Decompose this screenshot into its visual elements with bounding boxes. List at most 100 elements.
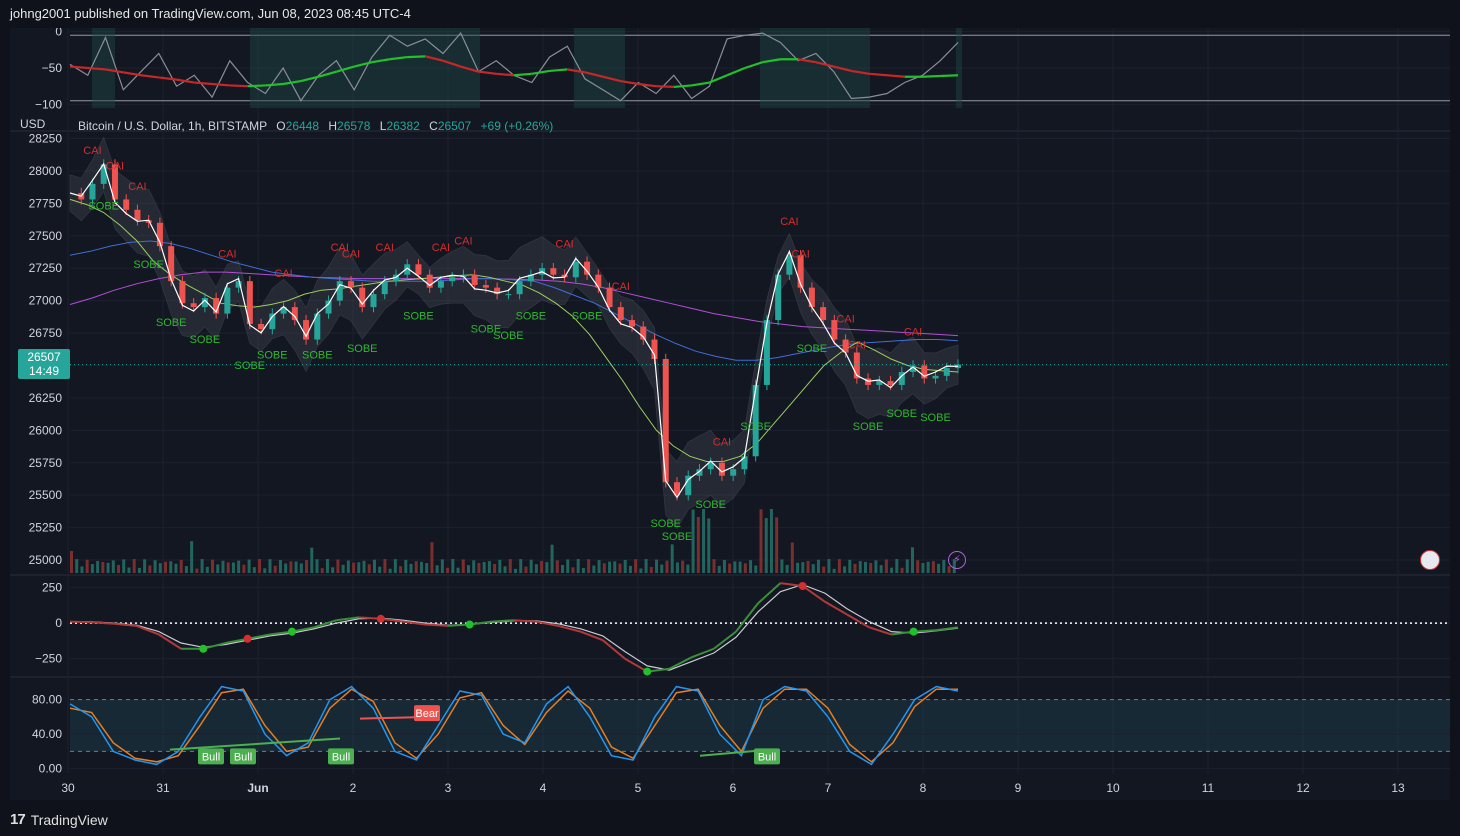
chart-canvas[interactable]: 30 31 Jun 2 3 4 5 6 7 8 9 10 11 12 13 0 −50 −100 28250 2800… (10, 28, 1450, 800)
volume-bar (435, 565, 439, 573)
volume-bar (341, 564, 345, 573)
volume-bar (399, 566, 403, 573)
candle-body (415, 264, 422, 275)
currency-label: USD (20, 117, 46, 131)
sobe-label: SOBE (88, 200, 119, 212)
volume-bar (524, 566, 528, 573)
volume-bar (111, 560, 115, 573)
momentum-cross-dot (909, 627, 918, 636)
lightning-icon[interactable]: ⚡ (948, 551, 966, 569)
volume-bar (608, 561, 612, 573)
momentum-line-segment (425, 623, 448, 627)
volume-bar (759, 509, 763, 573)
osc-slow-line-segment (265, 82, 284, 87)
volume-bar (890, 567, 894, 573)
osc-slow-line-segment (531, 69, 550, 75)
volume-bar (305, 560, 309, 573)
volume-bar (884, 559, 888, 573)
x-tick-label: 2 (350, 781, 357, 795)
candle-body (550, 268, 557, 275)
cai-label: CAI (713, 437, 731, 449)
volume-bar (498, 559, 502, 573)
volume-bar (299, 563, 303, 573)
candle-body (190, 303, 197, 308)
volume-bar (811, 564, 815, 573)
x-tick-label: 12 (1296, 781, 1310, 795)
volume-bar (493, 563, 497, 573)
signal-badge-label: Bear (415, 708, 439, 720)
volume-bar (780, 559, 784, 573)
chart-frame[interactable]: 30 31 Jun 2 3 4 5 6 7 8 9 10 11 12 13 0 −50 −100 28250 2800… (10, 28, 1450, 800)
momentum-cross-dot (243, 634, 252, 643)
volume-bar (451, 559, 455, 573)
cai-label: CAI (218, 249, 236, 261)
osc-zone-shading (250, 28, 480, 108)
volume-bar (843, 566, 847, 573)
volume-bar (712, 559, 716, 573)
price-y-tick: 26000 (29, 423, 63, 437)
candle-body (516, 281, 523, 295)
price-y-tick: 26750 (29, 326, 63, 340)
volume-bar (184, 566, 188, 573)
candle-body (325, 300, 332, 314)
sobe-label: SOBE (156, 317, 187, 329)
osc-slow-line-segment (87, 66, 106, 71)
osc-slow-line-segment (726, 66, 746, 77)
price-y-tick: 25750 (29, 456, 63, 470)
volume-bar (592, 565, 596, 573)
x-tick-label: 4 (540, 781, 547, 795)
volume-bar (561, 564, 565, 573)
signal-badge-label: Bull (758, 751, 776, 763)
us-flag-icon[interactable] (1420, 550, 1440, 570)
momentum-line-segment (691, 647, 715, 659)
candle-body (820, 307, 827, 321)
volume-bar (649, 566, 653, 573)
osc-slow-line-segment (744, 61, 763, 70)
volume-bar (440, 559, 444, 573)
x-tick-label: 31 (156, 781, 170, 795)
volume-bar (137, 567, 141, 573)
candle-body (437, 281, 444, 288)
volume-bar (555, 560, 559, 573)
candle-body (617, 307, 624, 321)
footer-brand[interactable]: 17 TradingView (10, 811, 108, 828)
volume-bar (357, 562, 361, 573)
osc-y-tick: 0 (55, 28, 62, 39)
x-tick-label: 9 (1015, 781, 1022, 795)
symbol-legend[interactable]: Bitcoin / U.S. Dollar, 1h, BITSTAMP O264… (78, 119, 553, 133)
candle-body (629, 320, 636, 327)
candle-body (134, 209, 141, 221)
osc-slow-line-segment (886, 74, 905, 78)
volume-bar (477, 562, 481, 573)
cai-label: CAI (454, 236, 472, 248)
candle-body (370, 294, 377, 308)
osc-slow-line-segment (140, 74, 159, 79)
volume-bar (545, 562, 549, 573)
volume-bar (174, 563, 178, 573)
volume-bar (211, 559, 215, 573)
momentum-line-segment (868, 626, 892, 636)
high-value: 26578 (337, 119, 371, 133)
volume-bar (446, 567, 450, 573)
candle-body (932, 375, 939, 379)
osc-slow-line-segment (940, 74, 959, 78)
volume-bar (910, 547, 914, 573)
momentum-y-tick: 0 (55, 616, 62, 630)
cai-label: CAI (612, 281, 630, 293)
osc-slow-line-segment (496, 72, 515, 77)
volume-bar (581, 568, 585, 573)
volume-bar (106, 562, 110, 573)
x-tick-label: 11 (1202, 781, 1215, 795)
volume-bar (205, 566, 209, 573)
volume-bar (785, 564, 789, 573)
high-label: H (328, 119, 338, 133)
volume-bar (310, 547, 314, 573)
volume-bar (806, 560, 810, 573)
sobe-label: SOBE (650, 518, 681, 530)
volume-bar (331, 567, 335, 573)
osc-slow-line-segment (638, 82, 657, 88)
volume-bar (425, 563, 429, 573)
momentum-line-segment (92, 621, 115, 625)
momentum-line-segment (114, 622, 137, 627)
volume-bar (466, 565, 470, 573)
